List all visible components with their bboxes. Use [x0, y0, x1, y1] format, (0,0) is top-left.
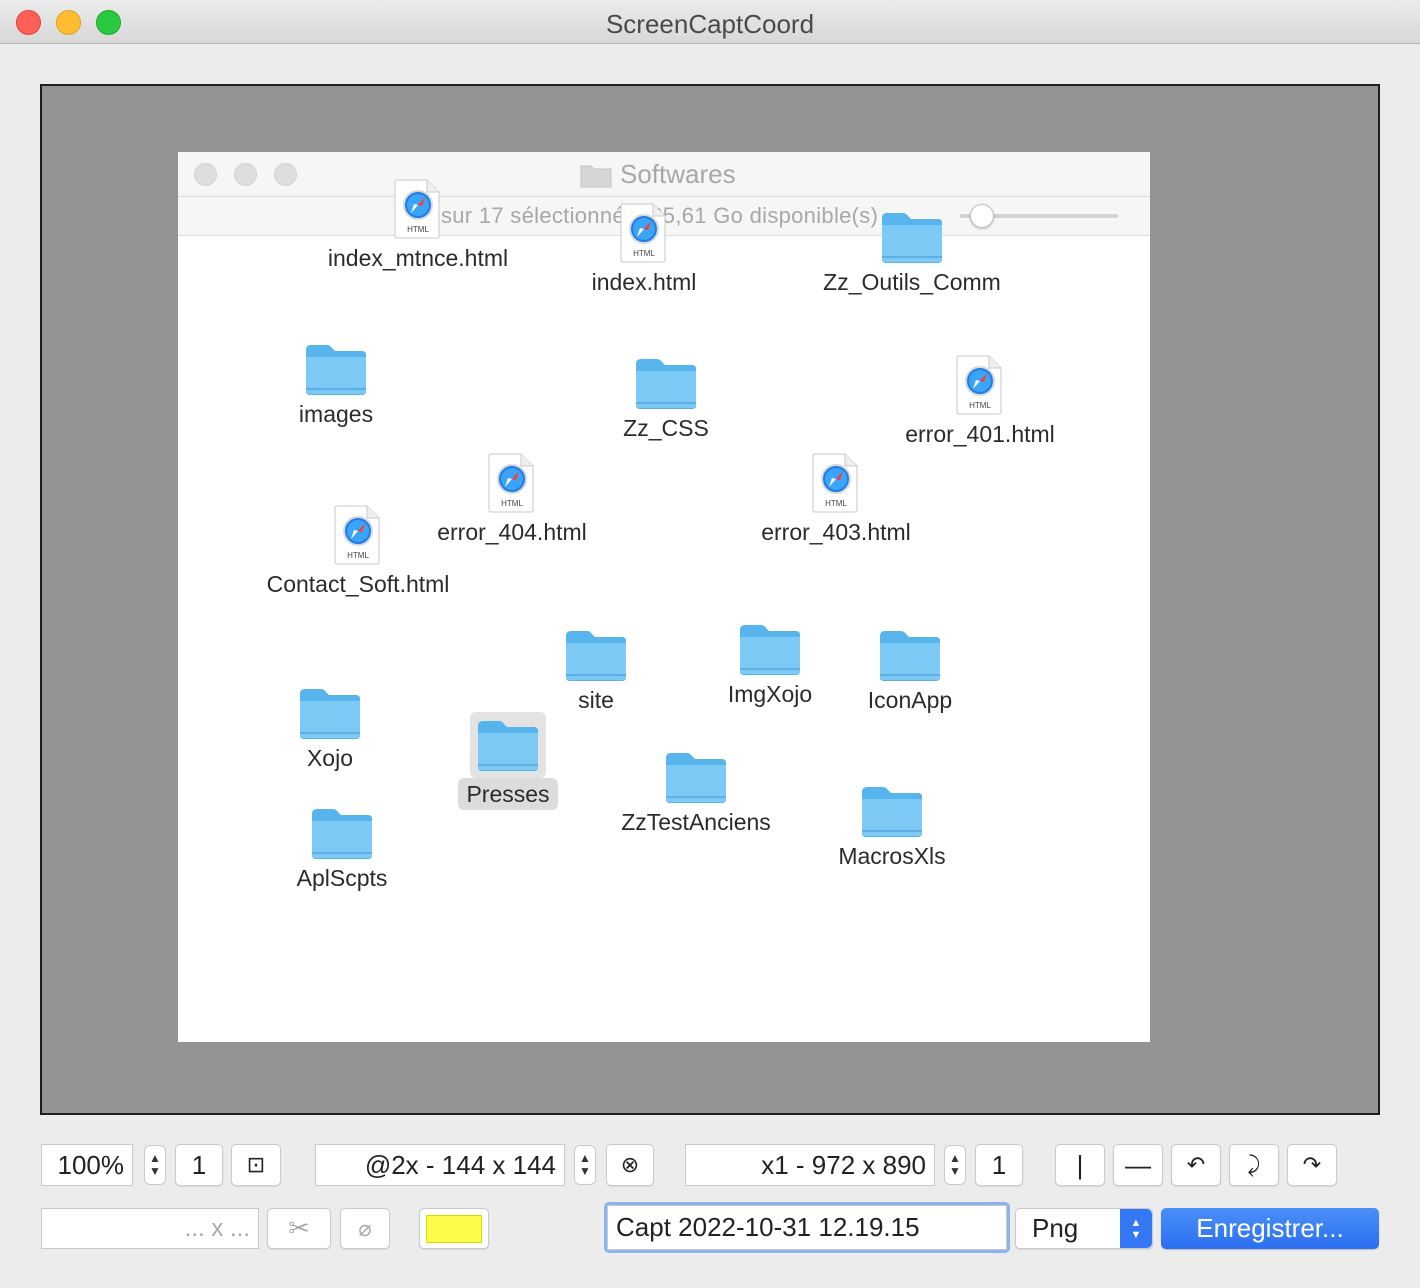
item-label: index.html	[591, 269, 697, 295]
folder-icon	[662, 748, 730, 806]
folder-icon	[308, 804, 376, 862]
no-selection-button[interactable]: ⌀	[340, 1208, 390, 1249]
html-file-icon: HTML	[485, 450, 539, 516]
folder-icon	[876, 626, 944, 684]
folder-item: images	[226, 340, 446, 430]
folder-icon	[470, 712, 546, 778]
item-label: images	[298, 401, 374, 427]
horizontal-guide-button[interactable]: —	[1113, 1144, 1163, 1186]
fit-view-icon: ⊡	[246, 1152, 266, 1177]
svg-text:HTML: HTML	[825, 499, 847, 508]
finder-title: Softwares	[620, 159, 736, 189]
crop-button[interactable]: ✂	[267, 1208, 331, 1249]
folder-item: ZzTestAnciens	[586, 748, 806, 838]
clear-icon: ⊗	[620, 1152, 640, 1177]
empty-set-icon: ⌀	[358, 1215, 372, 1241]
item-label: AplScpts	[296, 865, 388, 891]
html-file-icon: HTML	[391, 176, 445, 242]
finder-zoom-dot	[274, 163, 297, 186]
color-picker-button[interactable]	[419, 1208, 489, 1249]
svg-text:HTML: HTML	[969, 401, 991, 410]
save-button[interactable]: Enregistrer...	[1161, 1208, 1379, 1249]
folder-icon	[302, 340, 370, 398]
captured-finder-window: Softwares 1 sur 17 sélectionné, 135,61 G…	[178, 152, 1150, 1042]
item-label: MacrosXls	[838, 843, 946, 869]
fit-view-button[interactable]: ⊡	[231, 1144, 281, 1186]
folder-icon	[562, 626, 630, 684]
folder-icon	[632, 354, 700, 412]
item-label: Presses	[458, 778, 558, 810]
svg-text:HTML: HTML	[347, 551, 369, 560]
html-file-item: HTML index_mtnce.html	[308, 176, 528, 274]
rotate-right-icon: ↷	[1302, 1152, 1322, 1177]
scale-field[interactable]: @2x - 144 x 144	[315, 1144, 565, 1186]
capture-size-field[interactable]: x1 - 972 x 890	[685, 1144, 935, 1186]
folder-item: AplScpts	[232, 804, 452, 894]
zoom-stepper[interactable]: ▲ ▼	[144, 1145, 166, 1185]
svg-text:HTML: HTML	[501, 499, 523, 508]
folder-item: IconApp	[800, 626, 1020, 716]
color-swatch	[426, 1214, 482, 1243]
select-arrows-icon: ▲ ▼	[1120, 1209, 1152, 1248]
rotate-left-icon: ↶	[1186, 1152, 1206, 1177]
svg-text:HTML: HTML	[633, 249, 655, 258]
html-file-icon: HTML	[617, 200, 671, 266]
item-label: error_401.html	[905, 421, 1055, 447]
rotate-right-button[interactable]: ↷	[1287, 1144, 1337, 1186]
html-file-icon: HTML	[331, 502, 385, 568]
folder-item: Zz_Outils_Comm	[802, 208, 1022, 298]
scale-stepper[interactable]: ▲ ▼	[574, 1145, 596, 1185]
rotate-down-icon: ⤸	[1247, 1152, 1261, 1177]
rotate-down-button[interactable]: ⤸	[1229, 1144, 1279, 1186]
item-label: index_mtnce.html	[327, 245, 509, 271]
finder-minimize-dot	[234, 163, 257, 186]
folder-item: Presses	[398, 712, 618, 810]
scissors-icon: ✂	[288, 1213, 310, 1243]
window-title: ScreenCaptCoord	[605, 9, 815, 39]
horizontal-line-icon: —	[1125, 1149, 1151, 1180]
folder-item: Zz_CSS	[556, 354, 776, 444]
coordinates-field[interactable]: ... x ...	[41, 1208, 259, 1249]
zoom-reset-button[interactable]: 1	[175, 1144, 223, 1186]
finder-close-dot	[194, 163, 217, 186]
size-reset-button[interactable]: 1	[975, 1144, 1023, 1186]
svg-text:HTML: HTML	[407, 225, 429, 234]
clear-scale-button[interactable]: ⊗	[606, 1144, 654, 1186]
stepper-down-icon: ▼	[579, 1164, 591, 1178]
item-label: IconApp	[867, 687, 953, 713]
folder-icon	[580, 165, 612, 188]
rotate-left-button[interactable]: ↶	[1171, 1144, 1221, 1186]
title-bar: ScreenCaptCoord	[0, 0, 1420, 44]
format-value: Png	[1032, 1213, 1079, 1243]
html-file-item: HTML Contact_Soft.html	[248, 502, 468, 600]
format-select[interactable]: Png ▲ ▼	[1015, 1208, 1153, 1249]
item-label: Xojo	[306, 745, 354, 771]
stepper-down-icon: ▼	[949, 1164, 961, 1178]
zoom-field[interactable]: 100%	[41, 1144, 133, 1186]
item-label: Contact_Soft.html	[266, 571, 450, 597]
item-label: Zz_CSS	[623, 415, 709, 441]
capture-size-stepper[interactable]: ▲ ▼	[944, 1145, 966, 1185]
item-label: ZzTestAnciens	[621, 809, 771, 835]
folder-icon	[858, 782, 926, 840]
html-file-item: HTML error_401.html	[870, 352, 1090, 450]
item-label: error_403.html	[761, 519, 911, 545]
html-file-icon: HTML	[809, 450, 863, 516]
html-file-item: HTML error_403.html	[726, 450, 946, 548]
stepper-down-icon: ▼	[149, 1164, 161, 1178]
folder-icon	[878, 208, 946, 266]
html-file-icon: HTML	[953, 352, 1007, 418]
html-file-item: HTML index.html	[534, 200, 754, 298]
vertical-line-icon: |	[1076, 1149, 1084, 1180]
folder-icon	[296, 684, 364, 742]
folder-item: MacrosXls	[782, 782, 1002, 872]
filename-field[interactable]: Capt 2022-10-31 12.19.15	[607, 1205, 1007, 1250]
vertical-guide-button[interactable]: |	[1055, 1144, 1105, 1186]
item-label: Zz_Outils_Comm	[823, 269, 1001, 295]
folder-icon	[736, 620, 804, 678]
